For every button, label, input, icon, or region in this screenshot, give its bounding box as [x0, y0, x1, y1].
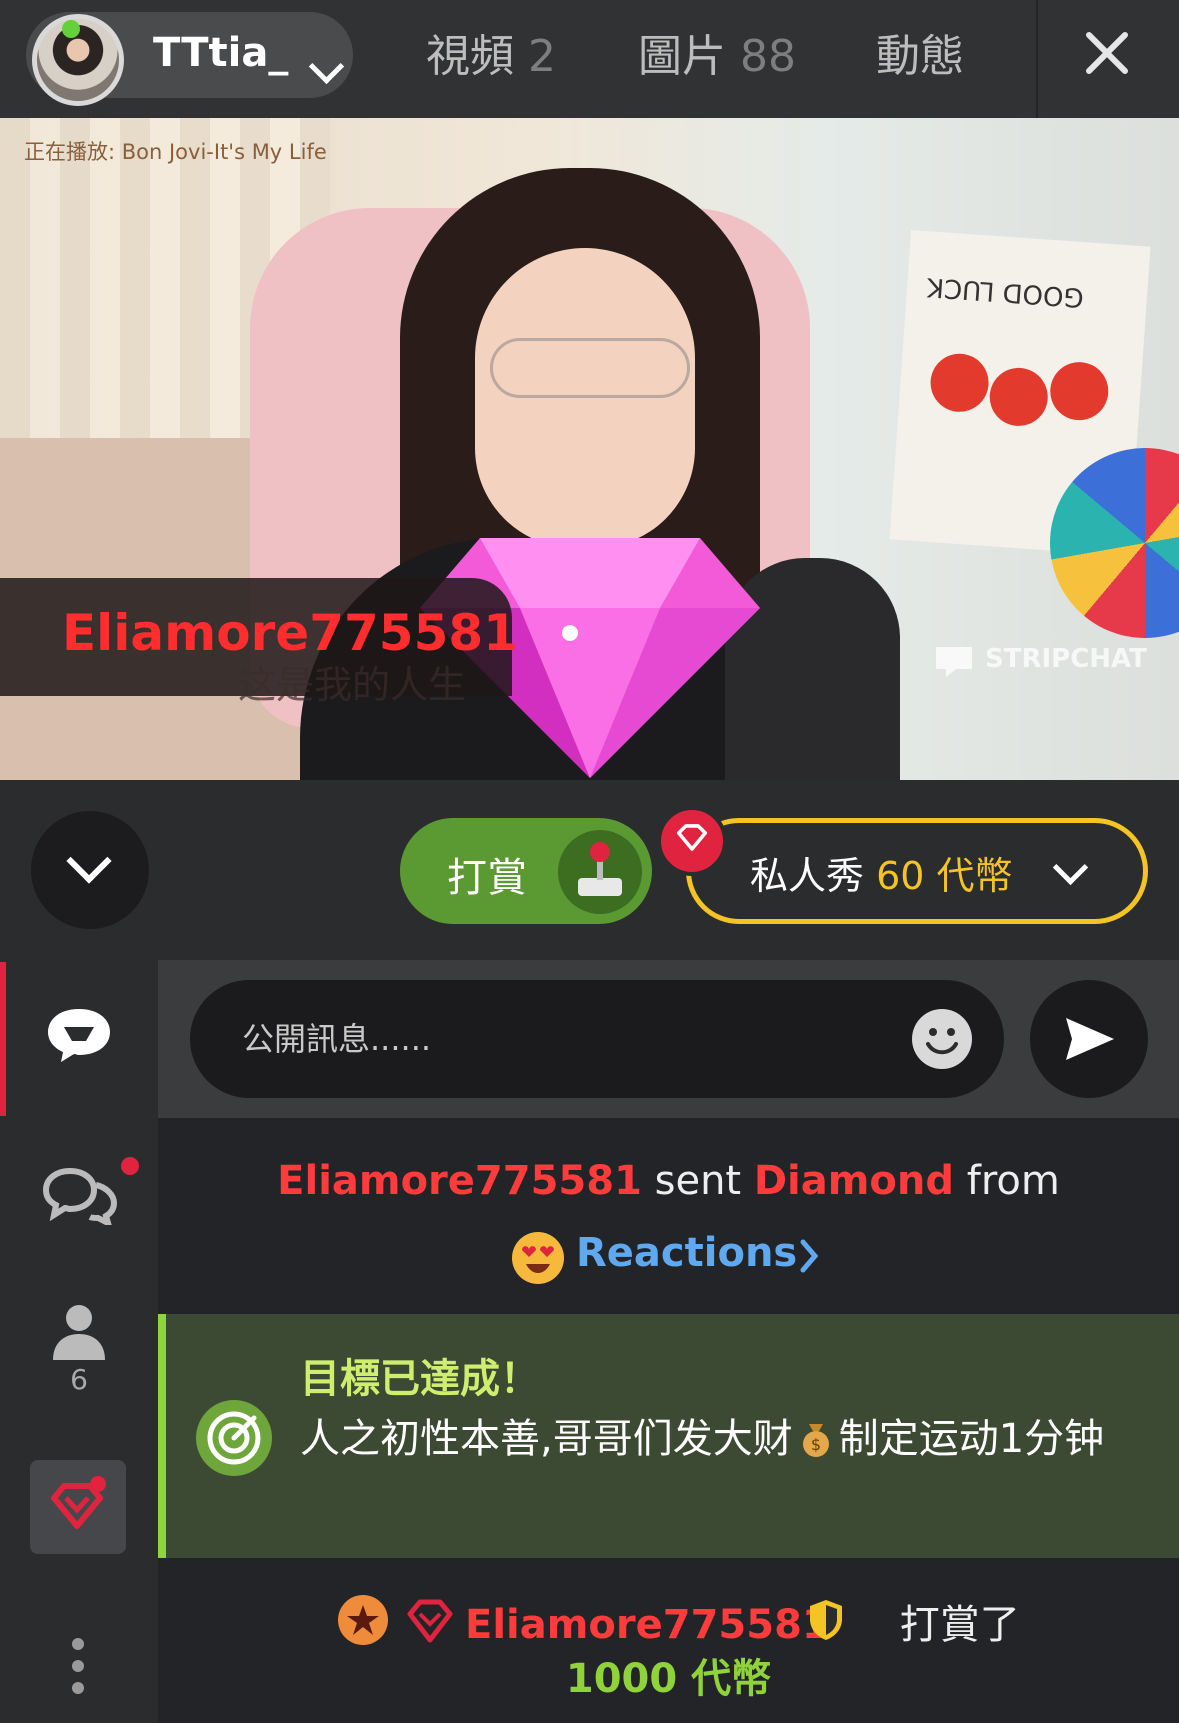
tip-message-sender[interactable]: Eliamore775581	[465, 1602, 830, 1648]
streamer-face	[475, 248, 695, 548]
tab-photos-count: 88	[740, 31, 796, 82]
watermark-text: STRIPCHAT	[985, 644, 1147, 674]
chevron-down-icon	[308, 48, 345, 85]
tip-message-action: 打賞了	[899, 1602, 1020, 1648]
heart-eyes-emoji-icon	[512, 1232, 564, 1284]
target-icon	[196, 1400, 272, 1476]
now-playing-text: 正在播放: Bon Jovi-It's My Life	[24, 140, 327, 164]
svg-text:$: $	[811, 1435, 821, 1454]
tab-feed[interactable]: 動態	[876, 20, 964, 84]
reactions-link[interactable]: Reactions	[576, 1230, 797, 1276]
private-messages-tab[interactable]	[0, 1165, 158, 1235]
chevron-right-icon[interactable]	[797, 1236, 821, 1276]
private-show-text: 私人秀	[750, 854, 865, 898]
tab-videos-count: 2	[528, 31, 556, 82]
chat-message-gift	[158, 1118, 1179, 1314]
tip-button-label: 打賞	[447, 855, 527, 901]
public-chat-tab[interactable]	[0, 1005, 158, 1075]
emoji-button[interactable]	[912, 1009, 972, 1069]
apple-decoration	[1048, 360, 1111, 423]
diamond-badge-icon	[657, 806, 727, 876]
divider	[1036, 0, 1038, 118]
poster-text: GOOD LUCK	[926, 271, 1085, 313]
close-icon[interactable]	[1082, 28, 1132, 78]
tip-message-line: Eliamore775581 打賞了	[465, 1592, 1020, 1650]
tab-feed-label: 動態	[876, 31, 964, 82]
private-show-price: 60 代幣	[876, 854, 1013, 898]
gift-message-sender[interactable]: Eliamore775581	[277, 1158, 642, 1204]
star-badge-icon	[338, 1595, 388, 1645]
gift-message-line: Eliamore775581 sent Diamond from	[158, 1158, 1179, 1204]
stripchat-logo-icon	[936, 647, 972, 677]
goal-accent-bar	[158, 1314, 166, 1558]
tab-photos-label: 圖片	[638, 31, 726, 82]
notification-dot	[121, 1157, 139, 1175]
favorites-tab[interactable]	[30, 1460, 126, 1554]
private-show-label: 私人秀 60 代幣	[750, 845, 1013, 900]
more-options-icon[interactable]	[68, 1636, 88, 1696]
gift-message-verb: sent	[654, 1158, 742, 1204]
user-count: 6	[70, 1363, 88, 1396]
chats-icon	[42, 1167, 118, 1225]
user-icon	[53, 1305, 105, 1360]
smiley-icon	[926, 1028, 958, 1055]
public-message-input[interactable]	[190, 980, 1004, 1098]
diamond-heart-icon	[407, 1599, 453, 1643]
tab-photos[interactable]: 圖片 88	[638, 20, 796, 84]
money-bag-icon: $	[797, 1414, 835, 1457]
online-status-dot	[62, 20, 80, 38]
streamer-username: TTtia_	[153, 30, 289, 76]
tab-videos-label: 視頻	[426, 31, 514, 82]
goal-description: 人之初性本善,哥哥们发大财 $ 制定运动1分钟	[300, 1408, 1120, 1470]
apple-decoration	[928, 351, 991, 414]
goal-title: 目標已達成！	[300, 1356, 540, 1402]
song-subtitle: 这是我的人生	[238, 663, 467, 707]
gift-message-from: from	[966, 1158, 1060, 1204]
diamond-heart-icon	[51, 1476, 106, 1529]
profile-switcher[interactable]: TTtia_	[26, 12, 353, 106]
send-button[interactable]	[1030, 980, 1148, 1098]
live-video[interactable]: GOOD LUCK 正在播放: Bon Jovi-It's My Life El…	[0, 118, 1179, 780]
goal-text-part1: 人之初性本善,哥哥们发大财	[300, 1416, 793, 1462]
chat-bubble-icon	[48, 1009, 110, 1062]
send-icon	[1066, 1018, 1114, 1060]
goal-text-part2: 制定运动1分钟	[838, 1416, 1105, 1462]
streamer-glasses	[490, 338, 690, 398]
joystick-icon	[558, 830, 642, 914]
tab-videos[interactable]: 視頻 2	[426, 20, 556, 84]
top-bar: TTtia_ 視頻 2 圖片 88 動態	[0, 0, 1179, 118]
tip-amount: 1000 代幣	[565, 1656, 772, 1702]
gift-message-gift: Diamond	[753, 1158, 955, 1204]
shield-icon	[810, 1600, 842, 1640]
apple-decoration	[987, 365, 1050, 428]
